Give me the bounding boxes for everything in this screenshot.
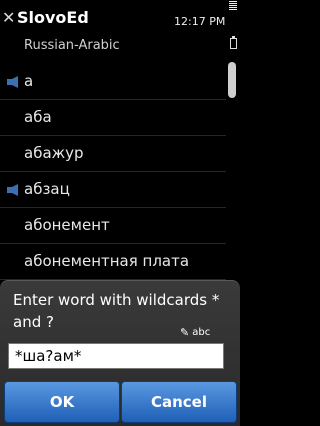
list-item[interactable]: абзац (0, 172, 226, 208)
list-item[interactable]: абонементная плата (0, 244, 226, 280)
speaker-icon[interactable] (6, 184, 22, 196)
pen-icon: ✎ (180, 326, 190, 339)
wildcard-input[interactable]: *ша?ам* (8, 343, 224, 369)
scrollbar[interactable] (228, 62, 236, 98)
list-item-word: абонементная плата (24, 252, 190, 270)
list-item[interactable]: абажур (0, 136, 226, 172)
status-bar: ✕ SlovoEd 12:17 PM (0, 0, 240, 36)
speaker-icon[interactable] (6, 76, 22, 88)
list-item-word: а (24, 72, 34, 90)
input-mode-indicator: ✎ abc (180, 326, 210, 339)
close-icon[interactable]: ✕ (2, 10, 15, 26)
list-item[interactable]: аба (0, 100, 226, 136)
list-item-word: абзац (24, 180, 70, 198)
clock: 12:17 PM (174, 15, 226, 28)
list-item-word: аба (24, 108, 52, 126)
word-list: а аба абажур абзац абонемент абонементна… (0, 64, 226, 280)
list-item[interactable]: абонемент (0, 208, 226, 244)
list-item[interactable]: а (0, 64, 226, 100)
list-item-word: абажур (24, 144, 84, 162)
dictionary-name: Russian-Arabic (24, 38, 120, 53)
list-item-word: абонемент (24, 216, 110, 234)
ok-button[interactable]: OK (4, 381, 120, 423)
input-mode-label: abc (192, 327, 211, 338)
battery-icon (230, 36, 237, 49)
signal-icon (229, 1, 237, 10)
wildcard-dialog: Enter word with wildcards * and ? ✎ abc … (0, 280, 240, 426)
app-title: SlovoEd (17, 8, 89, 27)
cancel-button[interactable]: Cancel (121, 381, 237, 423)
